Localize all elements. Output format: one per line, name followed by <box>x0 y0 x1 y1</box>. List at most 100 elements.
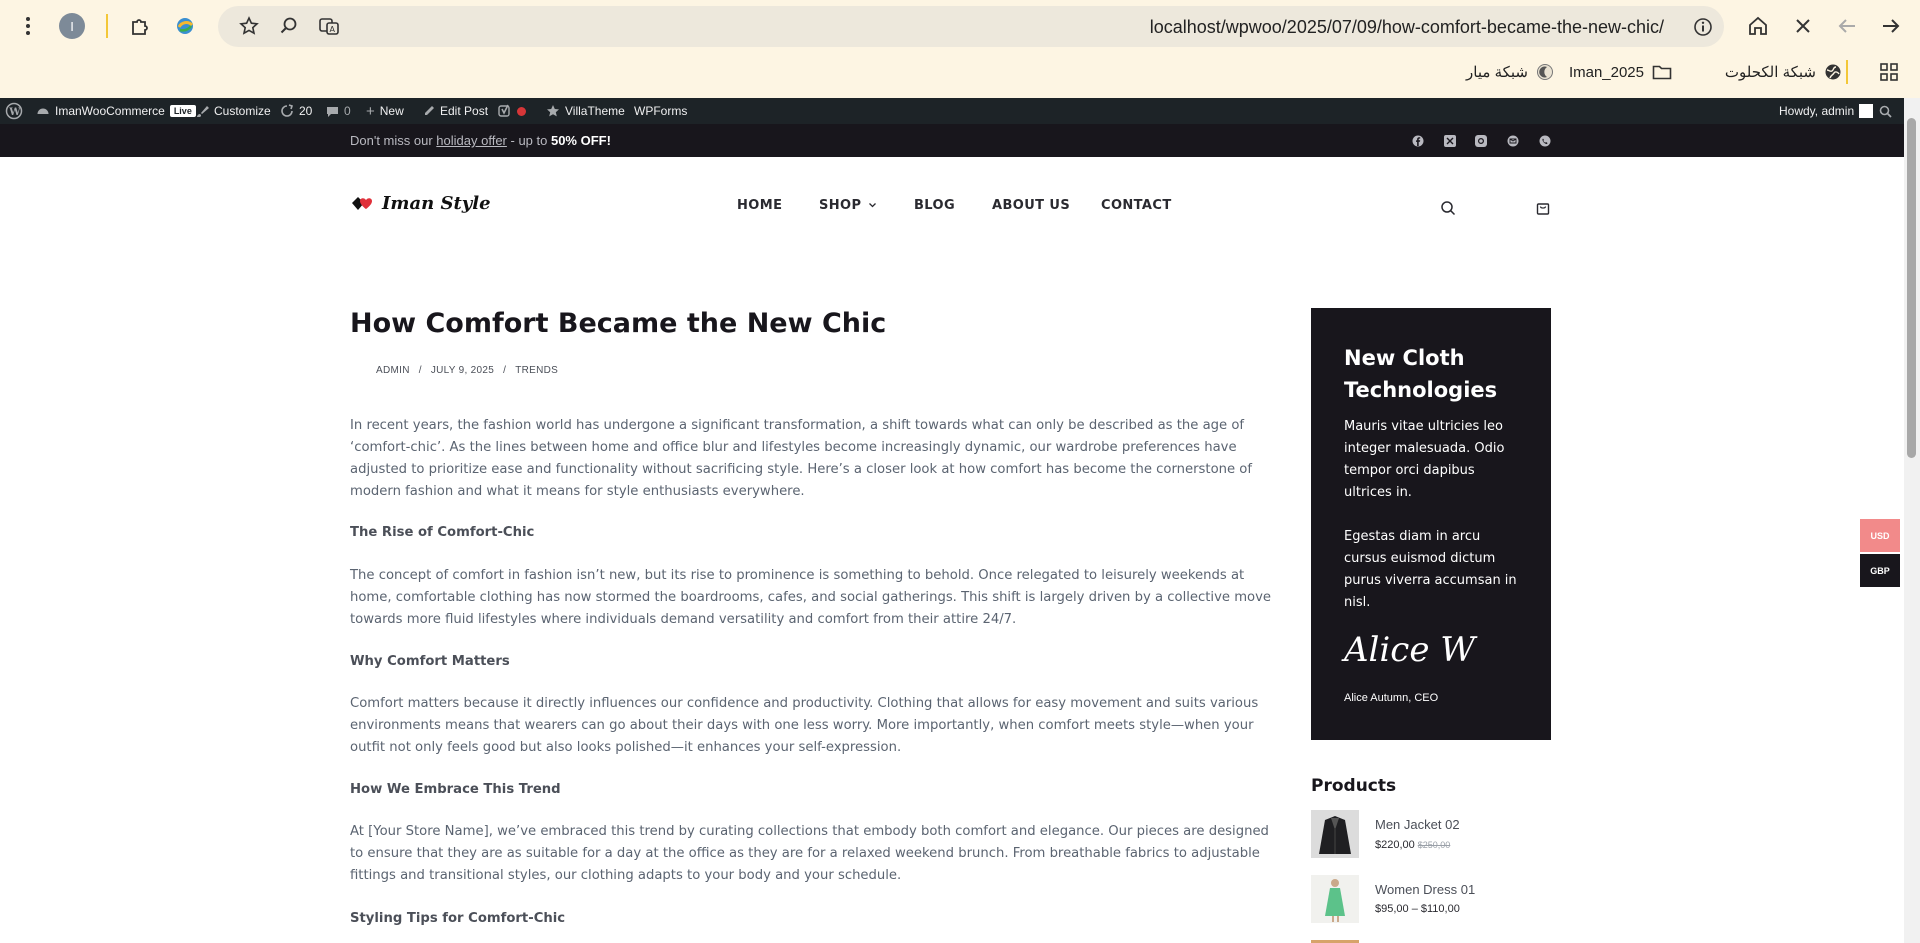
site-logo[interactable]: Iman Style <box>350 193 491 214</box>
signer-name: Alice Autumn, CEO <box>1344 692 1439 704</box>
admin-edit-post[interactable]: Edit Post <box>423 98 488 124</box>
admin-new[interactable]: + New <box>366 98 404 124</box>
new-label: New <box>379 104 404 118</box>
product-thumbnail[interactable] <box>1311 810 1359 858</box>
currency-gbp[interactable]: GBP <box>1860 554 1900 587</box>
wordpress-logo-icon[interactable]: W <box>5 98 23 124</box>
admin-villatheme[interactable]: VillaTheme <box>546 98 625 124</box>
admin-customize[interactable]: Customize <box>196 98 271 124</box>
admin-comments[interactable]: 0 <box>326 98 351 124</box>
post-date: JULY 9, 2025 <box>430 365 495 376</box>
site-name-label: ImanWooCommerce <box>55 104 165 118</box>
apps-grid-icon[interactable] <box>1877 60 1901 84</box>
wp-admin-bar: W ImanWooCommerce Live Customize 20 0 + … <box>0 98 1920 124</box>
bookmark-label: شبكة ميار <box>1466 64 1528 81</box>
promo-title: New Cloth Technologies <box>1344 346 1498 402</box>
brush-icon <box>197 105 209 117</box>
bookmark-star-icon[interactable] <box>238 15 260 37</box>
yoast-icon <box>498 104 510 117</box>
product-price: $95,00 – $110,00 <box>1375 903 1460 915</box>
post-title: How Comfort Became the New Chic <box>350 308 887 339</box>
nav-blog[interactable]: BLOG <box>914 198 955 213</box>
x-twitter-icon[interactable] <box>1443 134 1457 148</box>
svg-text:A: A <box>330 25 336 34</box>
product-price: $220,00 $250,00 <box>1375 839 1450 851</box>
facebook-icon[interactable] <box>1411 134 1425 148</box>
toolbar-divider <box>106 14 108 38</box>
ceo-signature: Alice W <box>1344 630 1476 670</box>
nav-contact[interactable]: CONTACT <box>1101 198 1172 213</box>
bookmark-2[interactable]: Iman_2025 <box>1569 60 1672 84</box>
currency-usd[interactable]: USD <box>1860 519 1900 552</box>
live-badge: Live <box>169 105 196 117</box>
edit-post-label: Edit Post <box>440 104 489 118</box>
browser-extension-globe-icon[interactable] <box>172 13 198 39</box>
extensions-icon[interactable] <box>127 13 153 39</box>
logo-hearts-icon <box>352 196 372 210</box>
admin-updates[interactable]: 20 <box>280 98 312 124</box>
nav-shop[interactable]: SHOP <box>819 198 877 213</box>
post-paragraph: Comfort matters because it directly infl… <box>350 696 1259 755</box>
profile-avatar[interactable]: I <box>59 13 85 39</box>
logo-text: Iman Style <box>382 193 491 214</box>
nav-home[interactable]: HOME <box>737 198 782 213</box>
product-name[interactable]: Men Jacket 02 <box>1375 817 1460 832</box>
villatheme-label: VillaTheme <box>565 104 625 118</box>
nav-about-us[interactable]: ABOUT US <box>992 198 1070 213</box>
admin-site-name[interactable]: ImanWooCommerce Live <box>36 98 196 124</box>
browser-menu-icon[interactable] <box>16 14 40 38</box>
post-category[interactable]: TRENDS <box>515 365 558 376</box>
admin-avatar <box>1859 104 1874 118</box>
home-icon[interactable] <box>1745 13 1771 39</box>
plus-icon: + <box>366 102 375 120</box>
bookmark-label: Iman_2025 <box>1568 63 1644 81</box>
promo-notice-bar: Don't miss our holiday offer - up to 50%… <box>0 124 1904 157</box>
instagram-icon[interactable] <box>1474 134 1488 148</box>
globe-icon <box>1825 64 1841 80</box>
folder-icon <box>1652 65 1672 80</box>
product-name[interactable]: Women Dress 01 <box>1375 882 1475 897</box>
meta-separator: / <box>418 365 422 376</box>
updates-icon <box>281 104 294 117</box>
close-icon[interactable] <box>1790 13 1816 39</box>
bookmark-label: شبكة الكحلوت <box>1724 64 1816 81</box>
site-info-icon[interactable] <box>1692 16 1714 38</box>
products-heading: Products <box>1311 776 1397 796</box>
chevron-down-icon <box>869 203 877 208</box>
scrollbar-thumb[interactable] <box>1907 118 1916 458</box>
admin-search-icon[interactable] <box>1879 98 1892 124</box>
cart-icon[interactable] <box>1535 199 1551 215</box>
bookmark-3[interactable]: شبكة ميار <box>1466 60 1554 84</box>
comments-count: 0 <box>344 104 351 118</box>
admin-wpforms[interactable]: WPForms <box>634 98 687 124</box>
back-arrow-icon[interactable] <box>1878 13 1904 39</box>
howdy-label: Howdy, admin <box>1779 104 1855 118</box>
email-icon[interactable] <box>1506 134 1520 148</box>
promo-paragraph: Mauris vitae ultricies leo integer males… <box>1344 419 1505 500</box>
customize-label: Customize <box>214 104 271 118</box>
phone-icon[interactable] <box>1538 134 1552 148</box>
notice-prefix: Don't miss our <box>350 133 437 148</box>
profile-initial: I <box>70 18 74 34</box>
product-thumbnail[interactable] <box>1311 875 1359 923</box>
section-heading: How We Embrace This Trend <box>350 782 561 797</box>
url-text[interactable]: localhost/wpwoo/2025/07/09/how-comfort-b… <box>1150 17 1664 38</box>
section-heading: Styling Tips for Comfort-Chic <box>350 911 566 926</box>
post-paragraph: The concept of comfort in fashion isn’t … <box>350 568 1272 627</box>
nav-shop-label: SHOP <box>819 198 862 213</box>
post-author[interactable]: ADMIN <box>376 365 410 376</box>
address-bar[interactable]: A localhost/wpwoo/2025/07/09/how-comfort… <box>218 6 1724 47</box>
product-price-old: $250,00 <box>1417 840 1451 850</box>
notice-text: Don't miss our holiday offer - up to 50%… <box>350 133 611 148</box>
zoom-icon[interactable] <box>278 15 300 37</box>
admin-account[interactable]: Howdy, admin <box>1779 98 1874 124</box>
site-search-icon[interactable] <box>1439 199 1457 217</box>
bookmark-1[interactable]: شبكة الكحلوت <box>1725 60 1842 84</box>
admin-seo[interactable] <box>498 98 526 124</box>
product-price-current: $220,00 <box>1375 839 1415 851</box>
villatheme-star-icon <box>547 105 559 117</box>
holiday-offer-link[interactable]: holiday offer <box>436 133 507 148</box>
promo-paragraph: Egestas diam in arcu cursus euismod dict… <box>1344 529 1517 610</box>
updates-count: 20 <box>299 104 313 118</box>
translate-icon[interactable]: A <box>318 15 340 37</box>
